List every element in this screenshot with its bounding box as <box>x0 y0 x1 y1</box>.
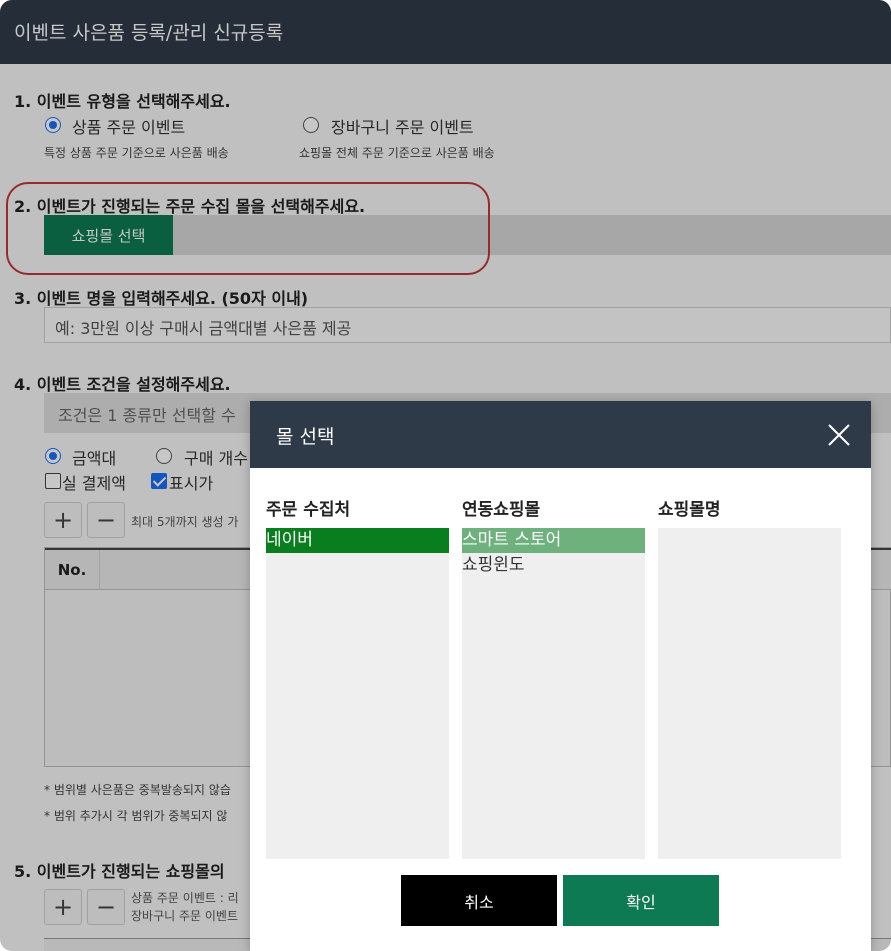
order-source-list[interactable]: 네이버 <box>266 528 449 859</box>
list-item-naver[interactable]: 네이버 <box>266 528 449 553</box>
close-icon[interactable] <box>827 423 851 447</box>
mall-select-modal: 몰 선택 주문 수집처 연동쇼핑몰 쇼핑몰명 네이버 스마트 스토어 쇼핑윈도 … <box>250 401 871 951</box>
list-item-smartstore[interactable]: 스마트 스토어 <box>462 528 645 553</box>
col-order-source-title: 주문 수집처 <box>266 500 351 520</box>
confirm-button[interactable]: 확인 <box>563 875 719 926</box>
main-window: 이벤트 사은품 등록/관리 신규등록 1. 이벤트 유형을 선택해주세요. 상품… <box>0 0 891 951</box>
cancel-button[interactable]: 취소 <box>401 875 557 926</box>
mall-name-list[interactable] <box>658 528 841 859</box>
modal-title: 몰 선택 <box>250 401 871 468</box>
col-mall-name-title: 쇼핑몰명 <box>658 500 721 520</box>
list-item-shopping-window[interactable]: 쇼핑윈도 <box>462 553 645 578</box>
col-linked-mall-title: 연동쇼핑몰 <box>462 500 541 520</box>
linked-mall-list[interactable]: 스마트 스토어 쇼핑윈도 <box>462 528 645 859</box>
